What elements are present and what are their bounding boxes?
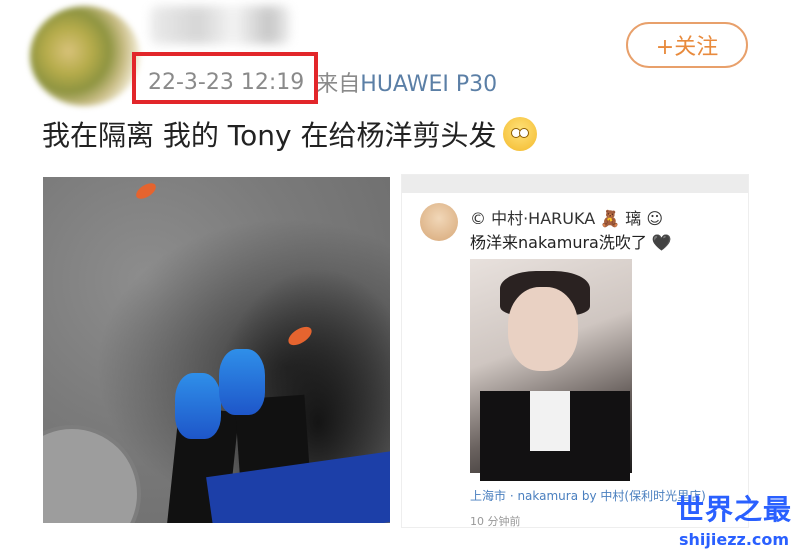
embedded-avatar [420,203,458,241]
drain-cover [43,425,141,523]
embedded-photo [470,259,632,481]
timestamp-highlight-box [132,52,318,104]
shirt [530,391,570,451]
source-device[interactable]: HUAWEI P30 [360,72,497,97]
embedded-stats: 10 分钟前 [470,515,521,528]
source-prefix: 来自 [316,72,361,97]
post-source: 来自HUAWEI P30 [316,66,497,98]
post-body: 我在隔离 我的 Tony 在给杨洋剪头发 [42,119,497,152]
watermark-sub: shijiezz.com [678,530,790,549]
shoe [219,349,265,415]
site-watermark: 世界之最 shijiezz.com [676,488,792,549]
eye-roll-emoji-icon [502,117,537,151]
post-text: 我在隔离 我的 Tony 在给杨洋剪头发 [42,114,537,154]
user-avatar[interactable] [30,6,140,106]
shoe [175,373,221,439]
leaf [133,180,159,202]
embedded-location-tag: 上海市 · nakamura by 中村(保利时光里店) [470,489,706,503]
follow-button[interactable]: +关注 [626,22,748,68]
screenshot-topbar [402,175,748,193]
face [508,287,578,371]
post-image-screenshot[interactable]: © 中村·HARUKA 🧸 璃 ☺ 杨洋来nakamura洗吹了 🖤 上海市 ·… [401,174,749,528]
post-image-shoes[interactable] [43,177,390,523]
embedded-caption: 杨洋来nakamura洗吹了 🖤 [470,233,672,252]
watermark-main: 世界之最 [676,493,793,526]
embedded-user-name: © 中村·HARUKA 🧸 璃 ☺ [470,209,663,228]
user-name-obscured[interactable] [150,6,290,44]
